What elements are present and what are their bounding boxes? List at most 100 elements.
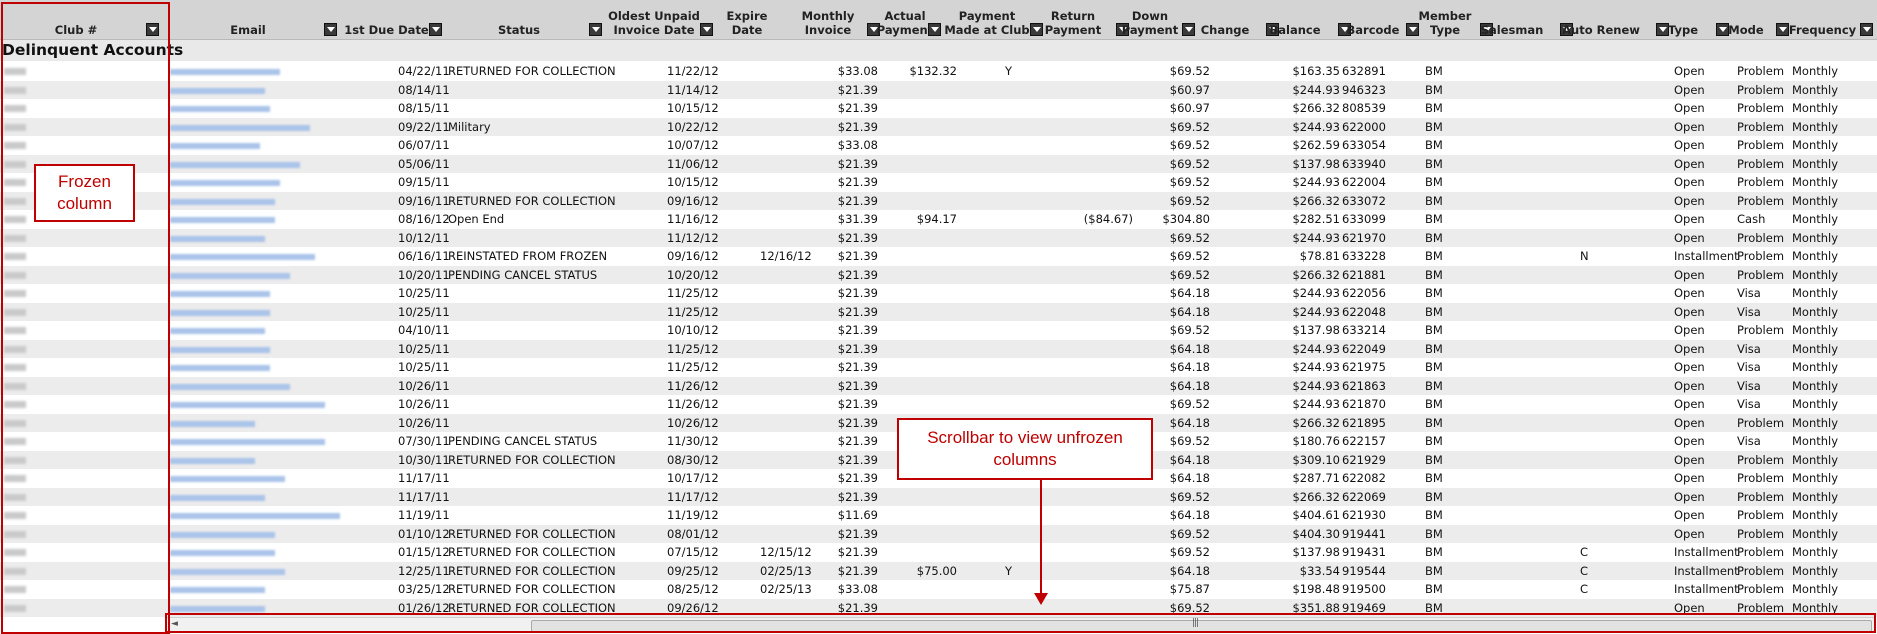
table-row[interactable]: 08/15/11 10/15/12 $21.39 $60.97 $266.32 80853… [0, 99, 1877, 118]
email-link-redacted[interactable] [170, 439, 325, 445]
email-link-redacted[interactable] [170, 217, 275, 223]
email-link-redacted[interactable] [170, 383, 290, 390]
filter-dropdown-icon[interactable] [700, 23, 713, 36]
column-header-actual[interactable]: Actual Payment [877, 0, 934, 39]
cell-balance: $244.93 [1292, 82, 1340, 97]
cell-freq: Monthly [1792, 138, 1839, 152]
email-link-redacted[interactable] [170, 457, 255, 464]
email-link-redacted[interactable] [170, 531, 275, 538]
column-header-member[interactable]: Member Type [1419, 0, 1472, 39]
table-row[interactable]: 11/19/11 11/19/12 $11.69 $64.18 $404.61 62193… [0, 506, 1877, 525]
table-row[interactable]: 04/22/11 RETURNED FOR COLLECTION 11/22/12 $… [0, 62, 1877, 81]
filter-dropdown-icon[interactable] [324, 23, 337, 36]
email-link-redacted[interactable] [170, 365, 270, 371]
column-header-ret[interactable]: Return Payment [1044, 0, 1102, 39]
email-link-redacted[interactable] [170, 309, 270, 316]
table-row[interactable]: 04/10/11 10/10/12 $21.39 $69.52 $137.98 63321… [0, 321, 1877, 340]
filter-dropdown-icon[interactable] [429, 23, 442, 36]
cell-type: Installment [1674, 582, 1739, 596]
table-row[interactable]: 11/17/11 11/17/12 $21.39 $69.52 $266.32 62206… [0, 487, 1877, 506]
email-link-redacted[interactable] [170, 69, 280, 75]
report-grid: Club # Email 1st Due Date Status Oldest Unpa… [0, 0, 1877, 634]
email-link-redacted[interactable] [170, 568, 285, 575]
cell-oldest: 10/22/12 [667, 119, 719, 134]
column-header-balance[interactable]: Balance [1266, 0, 1324, 39]
filter-dropdown-icon[interactable] [589, 23, 602, 36]
cell-mode: Problem [1737, 101, 1785, 115]
table-row[interactable]: 09/16/11 RETURNED FOR COLLECTION 09/16/12 $… [0, 191, 1877, 210]
cell-mode: Visa [1737, 397, 1761, 411]
filter-dropdown-icon[interactable] [1182, 23, 1195, 36]
email-link-redacted[interactable] [170, 420, 255, 427]
email-link-redacted[interactable] [170, 550, 275, 556]
table-row[interactable]: 03/25/12 RETURNED FOR COLLECTION 08/25/12 0… [0, 580, 1877, 599]
cell-monthly: $21.39 [837, 341, 878, 356]
table-row[interactable]: 10/25/11 11/25/12 $21.39 $64.18 $244.93 62205… [0, 284, 1877, 303]
table-row[interactable]: 12/25/11 RETURNED FOR COLLECTION 09/25/12 0… [0, 561, 1877, 580]
cell-mode: Problem [1737, 526, 1785, 541]
column-header-salesman[interactable]: Salesman [1480, 0, 1544, 39]
table-row[interactable]: 10/26/11 11/26/12 $21.39 $64.18 $244.93 62186… [0, 376, 1877, 395]
email-link-redacted[interactable] [170, 291, 270, 297]
column-header-change[interactable]: Change [1198, 0, 1252, 39]
column-header-status[interactable]: Status [446, 0, 592, 39]
email-link-redacted[interactable] [170, 513, 340, 519]
table-row[interactable]: 08/16/12 Open End 11/16/12 $31.39 $94.17 ($84… [0, 210, 1877, 229]
column-header-down[interactable]: Down Payment [1116, 0, 1184, 39]
column-header-type[interactable]: Type [1656, 0, 1710, 39]
table-row[interactable]: 06/16/11 REINSTATED FROM FROZEN 09/16/12 12… [0, 247, 1877, 266]
column-header-mode[interactable]: Mode [1724, 0, 1768, 39]
email-link-redacted[interactable] [170, 254, 315, 260]
email-link-redacted[interactable] [170, 198, 275, 205]
column-header-expire[interactable]: Expire Date [716, 0, 778, 39]
cell-down: $69.52 [1169, 489, 1210, 504]
email-link-redacted[interactable] [170, 87, 265, 94]
table-row[interactable]: 10/25/11 11/25/12 $21.39 $64.18 $244.93 62197… [0, 358, 1877, 377]
table-row[interactable]: 10/26/11 11/26/12 $21.39 $69.52 $244.93 62187… [0, 395, 1877, 414]
email-link-redacted[interactable] [170, 161, 300, 168]
column-header-monthly[interactable]: Monthly Invoice [792, 0, 864, 39]
cell-freq: Monthly [1792, 397, 1839, 411]
email-link-redacted[interactable] [170, 476, 285, 482]
table-row[interactable]: 05/06/11 11/06/12 $21.39 $69.52 $137.98 63394… [0, 154, 1877, 173]
column-header-email[interactable]: Email [170, 0, 326, 39]
cell-monthly: $33.08 [837, 138, 878, 152]
column-header-freq[interactable]: Frequency [1782, 0, 1863, 39]
email-link-redacted[interactable] [170, 402, 325, 408]
table-row[interactable]: 10/25/11 11/25/12 $21.39 $64.18 $244.93 62204… [0, 339, 1877, 358]
cell-monthly: $33.08 [837, 582, 878, 596]
column-header-oldest[interactable]: Oldest Unpaid Invoice Date [606, 0, 702, 39]
table-row[interactable]: 09/15/11 10/15/12 $21.39 $69.52 $244.93 62200… [0, 173, 1877, 192]
column-header-due[interactable]: 1st Due Date [341, 0, 432, 39]
cell-balance: $244.93 [1292, 286, 1340, 300]
email-link-redacted[interactable] [170, 235, 265, 242]
cell-type: Open [1674, 193, 1705, 208]
table-row[interactable]: 06/07/11 10/07/12 $33.08 $69.52 $262.59 63305… [0, 136, 1877, 155]
table-row[interactable]: 10/20/11 PENDING CANCEL STATUS 10/20/12 $21… [0, 265, 1877, 284]
email-link-redacted[interactable] [170, 605, 265, 612]
table-row[interactable]: 09/22/11 Military 10/22/12 $21.39 $69.52 $244… [0, 117, 1877, 136]
cell-oldest: 08/01/12 [667, 526, 719, 541]
table-row[interactable]: 01/15/12 RETURNED FOR COLLECTION 07/15/12 1… [0, 543, 1877, 562]
table-row[interactable]: 10/25/11 11/25/12 $21.39 $64.18 $244.93 62204… [0, 302, 1877, 321]
table-row[interactable]: 08/14/11 11/14/12 $21.39 $60.97 $244.93 94632… [0, 80, 1877, 99]
email-link-redacted[interactable] [170, 180, 280, 186]
column-header-barcode[interactable]: Barcode [1338, 0, 1408, 39]
email-link-redacted[interactable] [170, 346, 270, 353]
table-row[interactable]: 01/10/12 RETURNED FOR COLLECTION 08/01/12 $… [0, 524, 1877, 543]
email-link-redacted[interactable] [170, 328, 265, 334]
filter-dropdown-icon[interactable] [1860, 23, 1873, 36]
cell-down: $64.18 [1169, 341, 1210, 356]
email-link-redacted[interactable] [170, 587, 265, 593]
column-header-renew[interactable]: Auto Renew [1560, 0, 1642, 39]
table-row[interactable]: 10/12/11 11/12/12 $21.39 $69.52 $244.93 62197… [0, 228, 1877, 247]
filter-dropdown-icon[interactable] [928, 23, 941, 36]
email-link-redacted[interactable] [170, 106, 270, 112]
filter-dropdown-icon[interactable] [1030, 23, 1043, 36]
filter-dropdown-icon[interactable] [1406, 23, 1419, 36]
email-link-redacted[interactable] [170, 272, 290, 279]
email-link-redacted[interactable] [170, 143, 260, 149]
column-header-made[interactable]: Payment Made at Club [944, 0, 1030, 39]
email-link-redacted[interactable] [170, 124, 310, 131]
email-link-redacted[interactable] [170, 494, 265, 501]
